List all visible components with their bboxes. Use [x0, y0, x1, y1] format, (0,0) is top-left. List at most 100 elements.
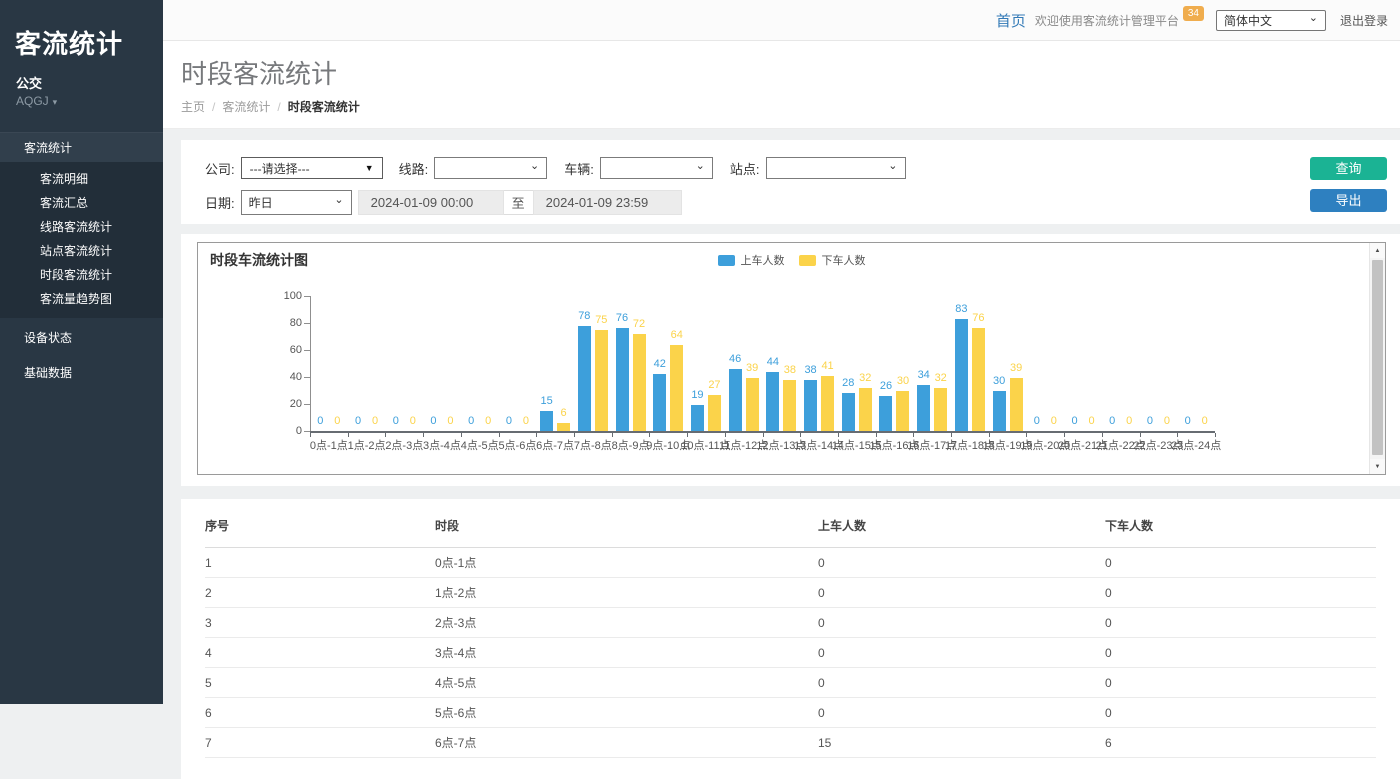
cell-index: 4 [205, 638, 435, 668]
bar-alighting [934, 388, 947, 431]
export-button[interactable]: 导出 [1310, 189, 1387, 212]
chevron-down-icon: ⌄ [1309, 13, 1318, 23]
scrollbar-thumb[interactable] [1372, 260, 1383, 455]
sidebar-item-line-stats[interactable]: 线路客流统计 [0, 215, 163, 239]
cell-boarding: 0 [818, 578, 1105, 608]
cell-boarding: 0 [818, 638, 1105, 668]
period-stats-table: 序号 时段 上车人数 下车人数 10点-1点0021点-2点0032点-3点00… [205, 507, 1376, 758]
sidebar-item-station-stats[interactable]: 站点客流统计 [0, 239, 163, 263]
line-select[interactable]: ⌄ [434, 157, 547, 179]
date-preset-value: 昨日 [249, 194, 273, 211]
language-value: 简体中文 [1224, 12, 1272, 29]
cell-index: 7 [205, 728, 435, 758]
date-from-input[interactable] [358, 190, 504, 215]
bar-value-boarding: 42 [645, 358, 675, 370]
breadcrumb: 主页/客流统计/时段客流统计 [181, 98, 1400, 115]
scroll-down-icon[interactable]: ▼ [1370, 459, 1385, 474]
bar-value-alighting: 39 [1001, 362, 1031, 374]
y-axis-label: 80 [266, 317, 302, 329]
y-axis-tick [304, 296, 310, 297]
chevron-down-icon: ▾ [53, 97, 58, 107]
bar-value-boarding: 30 [984, 375, 1014, 387]
y-axis-label: 20 [266, 398, 302, 410]
topbar: 首页 欢迎使用客流统计管理平台 34 简体中文 ⌄ 退出登录 [163, 0, 1400, 41]
col-header-alighting: 下车人数 [1105, 507, 1376, 548]
org-code-label: AQGJ [16, 94, 49, 108]
table-row: 10点-1点00 [205, 548, 1376, 578]
bar-alighting [859, 388, 872, 431]
sidebar-item-period-stats[interactable]: 时段客流统计 [0, 263, 163, 287]
language-select[interactable]: 简体中文 ⌄ [1216, 10, 1326, 31]
cell-period: 3点-4点 [435, 638, 818, 668]
bar-boarding [955, 319, 968, 431]
chevron-down-icon: ⌄ [888, 161, 897, 171]
station-select[interactable]: ⌄ [766, 157, 906, 179]
page-title: 时段客流统计 [181, 54, 1400, 91]
bar-value-alighting: 72 [624, 318, 654, 330]
y-axis-label: 100 [266, 290, 302, 302]
chevron-down-icon: ⌄ [334, 195, 343, 205]
date-preset-select[interactable]: 昨日 ⌄ [241, 190, 352, 215]
table-row: 43点-4点00 [205, 638, 1376, 668]
y-axis-tick [304, 377, 310, 378]
company-label: 公司: [205, 159, 235, 178]
cell-index: 5 [205, 668, 435, 698]
cell-period: 0点-1点 [435, 548, 818, 578]
bar-value-boarding: 15 [532, 395, 562, 407]
bar-value-alighting: 32 [926, 372, 956, 384]
sidebar-item-trend-chart[interactable]: 客流量趋势图 [0, 287, 163, 311]
bar-alighting [746, 378, 759, 431]
cell-alighting: 0 [1105, 548, 1376, 578]
bar-value-alighting: 0 [1190, 415, 1220, 427]
cell-alighting: 0 [1105, 578, 1376, 608]
cell-boarding: 0 [818, 548, 1105, 578]
sidebar-item-passenger-summary[interactable]: 客流汇总 [0, 191, 163, 215]
bar-value-alighting: 41 [813, 360, 843, 372]
bar-boarding [842, 393, 855, 431]
cell-period: 6点-7点 [435, 728, 818, 758]
sidebar: 客流统计 公交 AQGJ▾ 客流统计 客流明细 客流汇总 线路客流统计 站点客流… [0, 0, 163, 704]
bar-value-alighting: 27 [699, 379, 729, 391]
bar-value-boarding: 19 [682, 389, 712, 401]
bar-alighting [595, 330, 608, 431]
welcome-text: 欢迎使用客流统计管理平台 [1035, 12, 1179, 29]
date-range-separator: 至 [504, 190, 533, 215]
cell-alighting: 0 [1105, 608, 1376, 638]
filter-panel: 公司: ---请选择--- ▼ 线路: ⌄ 车辆: ⌄ 站点: [181, 140, 1400, 224]
chevron-down-icon: ⌄ [696, 161, 705, 171]
y-axis-label: 0 [266, 425, 302, 437]
notification-badge[interactable]: 34 [1183, 6, 1204, 21]
chevron-down-icon: ⌄ [530, 161, 539, 171]
x-axis-category-label: 23点-24点 [1156, 437, 1236, 453]
table-row: 32点-3点00 [205, 608, 1376, 638]
org-code-dropdown[interactable]: AQGJ ▾ [0, 92, 163, 108]
date-to-input[interactable] [533, 190, 682, 215]
bar-boarding [766, 372, 779, 431]
breadcrumb-passenger-stats[interactable]: 客流统计 [222, 100, 270, 114]
cell-period: 4点-5点 [435, 668, 818, 698]
filter-row-2: 日期: 昨日 ⌄ 至 [205, 189, 1400, 215]
bar-alighting [633, 334, 646, 431]
cell-index: 6 [205, 698, 435, 728]
breadcrumb-home[interactable]: 主页 [181, 100, 205, 114]
sidebar-item-passenger-detail[interactable]: 客流明细 [0, 167, 163, 191]
y-axis-label: 40 [266, 371, 302, 383]
vehicle-select[interactable]: ⌄ [600, 157, 713, 179]
table-header-row: 序号 时段 上车人数 下车人数 [205, 507, 1376, 548]
main-area: 首页 欢迎使用客流统计管理平台 34 简体中文 ⌄ 退出登录 时段客流统计 主页… [163, 0, 1400, 704]
chart-scrollbar[interactable]: ▲ ▼ [1369, 243, 1385, 474]
scroll-up-icon[interactable]: ▲ [1370, 243, 1385, 258]
table-row: 21点-2点00 [205, 578, 1376, 608]
sidebar-item-base-data[interactable]: 基础数据 [0, 358, 163, 388]
sidebar-item-device-status[interactable]: 设备状态 [0, 323, 163, 353]
logout-link[interactable]: 退出登录 [1340, 12, 1388, 29]
y-axis-tick [304, 404, 310, 405]
y-axis-line [310, 296, 311, 431]
company-select[interactable]: ---请选择--- ▼ [241, 157, 383, 179]
home-link[interactable]: 首页 [996, 10, 1026, 31]
bar-value-alighting: 76 [963, 312, 993, 324]
sidebar-item-passenger-stats[interactable]: 客流统计 [0, 132, 163, 162]
query-button[interactable]: 查询 [1310, 157, 1387, 180]
bar-alighting [783, 380, 796, 431]
org-name: 公交 [0, 61, 163, 92]
